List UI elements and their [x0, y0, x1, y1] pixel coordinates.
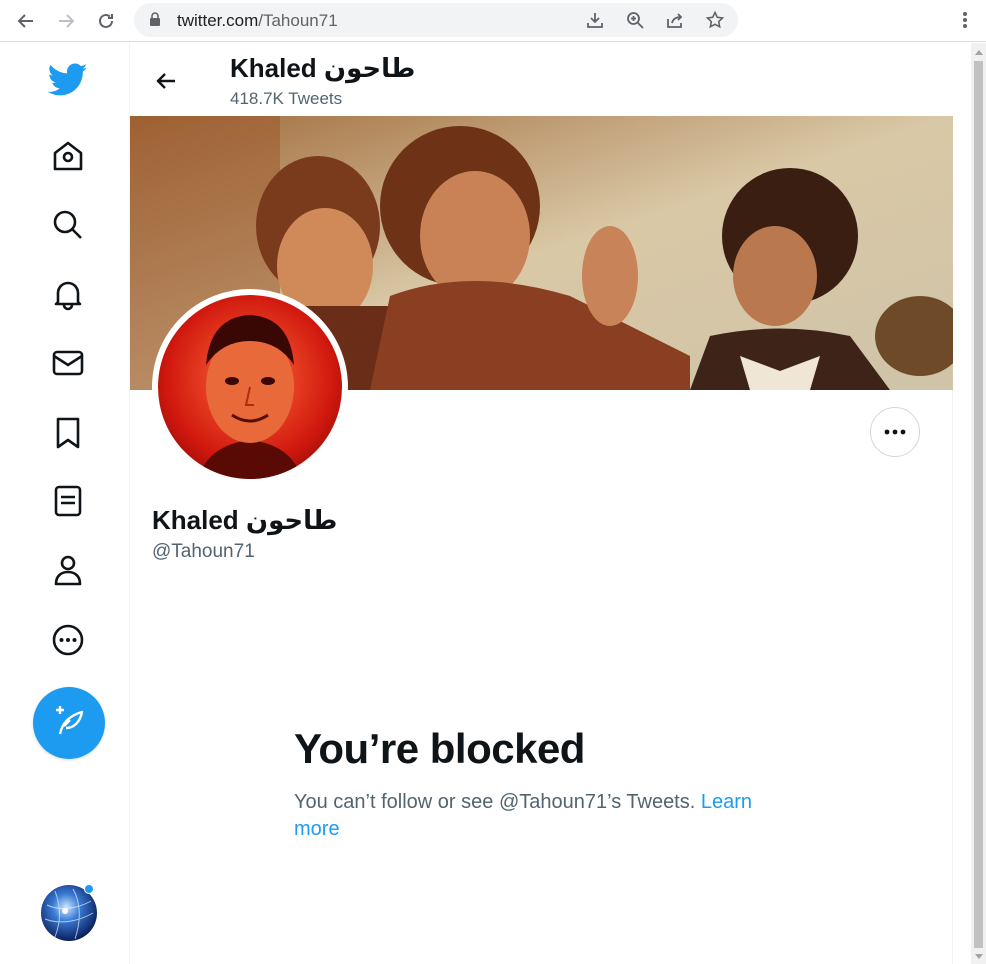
- blocked-message: You can’t follow or see @Tahoun71’s Twee…: [294, 789, 784, 843]
- zoom-icon[interactable]: [625, 10, 645, 30]
- back-arrow-icon[interactable]: [13, 8, 39, 34]
- blocked-title: You’re blocked: [294, 725, 585, 772]
- reload-icon[interactable]: [93, 8, 119, 34]
- address-bar[interactable]: twitter.com/Tahoun71: [134, 3, 738, 37]
- scroll-down-icon[interactable]: [974, 951, 983, 961]
- notifications-bell-icon[interactable]: [46, 272, 90, 316]
- compose-tweet-button[interactable]: [33, 687, 105, 759]
- browser-toolbar: twitter.com/Tahoun71: [0, 0, 986, 42]
- messages-envelope-icon[interactable]: [46, 341, 90, 385]
- url-host: twitter.com: [177, 11, 259, 30]
- profile-name: طاحون Khaled: [152, 505, 338, 535]
- ellipsis-icon: [884, 429, 906, 435]
- blocked-message-text: You can’t follow or see @Tahoun71’s Twee…: [294, 791, 701, 813]
- forward-arrow-icon[interactable]: [53, 8, 79, 34]
- profile-main: طاحون Khaled 418.7K Tweets طاحون Khaled …: [130, 43, 953, 964]
- feather-plus-icon: [52, 704, 86, 743]
- scroll-up-icon[interactable]: [974, 47, 983, 57]
- search-icon[interactable]: [46, 203, 90, 247]
- back-arrow-icon: [156, 73, 175, 89]
- back-button[interactable]: [150, 65, 182, 97]
- kebab-menu-icon[interactable]: [955, 9, 975, 31]
- page-scrollbar[interactable]: [971, 43, 986, 964]
- lock-icon[interactable]: [149, 12, 161, 32]
- home-icon[interactable]: [46, 134, 90, 178]
- profile-avatar[interactable]: [152, 289, 348, 485]
- header-title: طاحون Khaled: [230, 53, 416, 83]
- notification-dot: [84, 884, 94, 894]
- url-path: /Tahoun71: [258, 11, 338, 30]
- download-icon[interactable]: [585, 10, 605, 30]
- lists-icon[interactable]: [46, 479, 90, 523]
- profile-icon[interactable]: [46, 548, 90, 592]
- profile-header: طاحون Khaled 418.7K Tweets: [130, 43, 953, 116]
- twitter-logo-icon[interactable]: [46, 58, 90, 102]
- tweet-count: 418.7K Tweets: [230, 89, 343, 108]
- more-options-button[interactable]: [870, 407, 920, 457]
- star-icon[interactable]: [705, 10, 725, 30]
- share-icon[interactable]: [665, 10, 685, 30]
- url-text[interactable]: twitter.com/Tahoun71: [177, 11, 338, 31]
- scroll-thumb[interactable]: [974, 61, 983, 948]
- bookmarks-icon[interactable]: [46, 411, 90, 455]
- sidebar-nav: [0, 43, 130, 964]
- more-circle-icon[interactable]: [46, 618, 90, 662]
- profile-handle: @Tahoun71: [152, 541, 255, 562]
